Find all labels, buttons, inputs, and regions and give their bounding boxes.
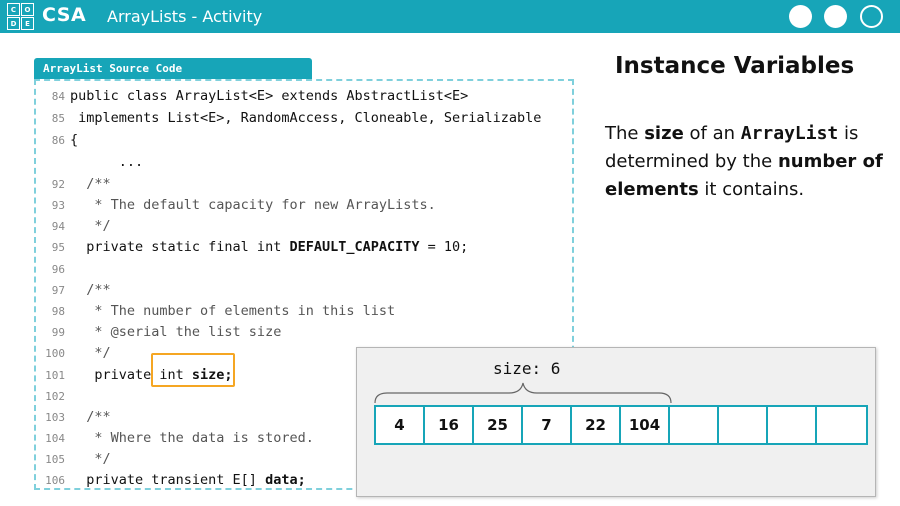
line-number: 94 [51,220,65,233]
array-cell: 25 [474,407,523,443]
line-number: 85 [51,112,65,125]
line-number: 106 [45,474,65,487]
desc-code-arraylist: ArrayList [740,123,839,144]
array-cell: 7 [523,407,572,443]
progress-dot-1[interactable] [789,5,812,28]
size-highlight-box [151,353,235,387]
line-number: 104 [45,432,65,445]
size-label: size: 6 [493,359,561,378]
code-text: */ [70,451,111,467]
desc-text: of an [683,123,741,144]
code-text: /** [70,282,111,298]
code-line: 96 [36,261,556,281]
line-number: 84 [51,90,65,103]
logo-letter: D [7,17,20,30]
code-panel-tab: ArrayList Source Code [34,58,312,79]
line-number: 86 [51,134,65,147]
array-cell [670,407,719,443]
top-bar: C O D E CSA ArrayLists - Activity [0,0,900,33]
line-number: 93 [51,199,65,212]
array-cell [719,407,768,443]
array-cell: 4 [376,407,425,443]
code-text: * The number of elements in this list [70,303,396,319]
code-text: /** [70,176,111,192]
code-line: 99 * @serial the list size [36,324,556,344]
code-line: 93 * The default capacity for new ArrayL… [36,197,556,217]
code-line: 86 { [36,132,556,152]
array-cell [768,407,817,443]
logo-letter: C [7,3,20,16]
code-line: 97 /** [36,282,556,302]
code-line: ... [36,154,556,174]
size-brace-icon [374,382,672,404]
array-cell: 16 [425,407,474,443]
line-number: 100 [45,347,65,360]
logo-letter: E [21,17,34,30]
code-text: ... [70,154,144,170]
code-line: 92 /** [36,176,556,196]
line-number: 99 [51,326,65,339]
slide-heading: Instance Variables [615,53,855,79]
code-text: */ [70,345,111,361]
code-text: private static final int DEFAULT_CAPACIT… [70,239,469,255]
code-line: 94 */ [36,218,556,238]
code-text: /** [70,409,111,425]
line-number: 105 [45,453,65,466]
line-number: 95 [51,241,65,254]
line-number: 96 [51,263,65,276]
slide-description: The size of an ArrayList is determined b… [605,120,890,204]
array-panel: size: 6 4 16 25 7 22 104 [356,347,876,497]
array-cell [817,407,866,443]
line-number: 101 [45,369,65,382]
line-number: 98 [51,305,65,318]
line-number: 92 [51,178,65,191]
code-line: 95 private static final int DEFAULT_CAPA… [36,239,556,259]
code-text: { [70,132,79,148]
desc-text: The [605,123,645,144]
code-line: 85 implements List<E>, RandomAccess, Clo… [36,110,556,130]
line-number: 103 [45,411,65,424]
code-logo: C O D E [7,3,34,30]
progress-dot-2[interactable] [824,5,847,28]
progress-dot-3[interactable] [860,5,883,28]
line-number: 97 [51,284,65,297]
desc-bold-size: size [644,123,684,144]
logo-letter: O [21,3,34,16]
code-text: * The default capacity for new ArrayList… [70,197,436,213]
array-cell: 22 [572,407,621,443]
page-title: ArrayLists - Activity [107,7,263,26]
code-text: private transient E[] data; [70,472,306,488]
code-line: 98 * The number of elements in this list [36,303,556,323]
array-cells: 4 16 25 7 22 104 [374,405,868,445]
code-line: 84 public class ArrayList<E> extends Abst… [36,88,556,108]
code-text: * Where the data is stored. [70,430,314,446]
array-cell: 104 [621,407,670,443]
brand-label: CSA [42,4,87,26]
line-number: 102 [45,390,65,403]
code-text: implements List<E>, RandomAccess, Clonea… [70,110,542,126]
code-text: public class ArrayList<E> extends Abstra… [70,88,469,104]
code-text: */ [70,218,111,234]
code-text: * @serial the list size [70,324,282,340]
desc-text: it contains. [698,179,805,200]
